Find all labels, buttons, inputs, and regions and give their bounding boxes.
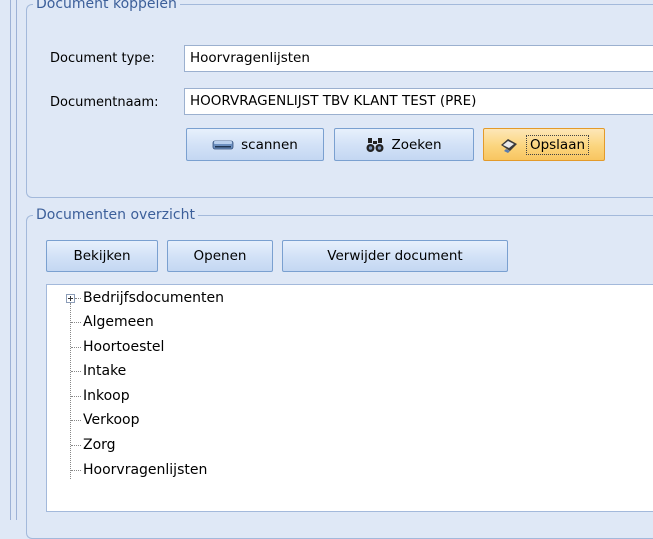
zoeken-label: Zoeken — [391, 136, 442, 153]
tree-connector — [75, 298, 81, 299]
zoeken-button[interactable]: Zoeken — [334, 128, 474, 161]
tree-connector — [71, 445, 81, 446]
scannen-label: scannen — [241, 136, 298, 153]
documentnaam-field[interactable]: HOORVRAGENLIJST TBV KLANT TEST (PRE) — [184, 88, 653, 115]
bekijken-button[interactable]: Bekijken — [46, 240, 158, 272]
bekijken-label: Bekijken — [73, 248, 131, 264]
verwijder-document-label: Verwijder document — [327, 248, 463, 264]
scanner-icon — [212, 139, 234, 151]
tree-connector — [71, 347, 81, 348]
tree-connector — [71, 396, 81, 397]
document-tree: Bedrijfsdocumenten Algemeen Hoortoestel … — [46, 284, 653, 512]
tree-connector — [71, 371, 81, 372]
tree-item-hoorvragenlijsten[interactable]: Hoorvragenlijsten — [83, 460, 207, 480]
documenten-overzicht-legend: Documenten overzicht — [36, 207, 195, 223]
document-koppelen-legend: Document koppelen — [36, 0, 177, 12]
tree-item-hoortoestel[interactable]: Hoortoestel — [83, 337, 164, 357]
binoculars-icon — [366, 137, 384, 153]
scannen-button[interactable]: scannen — [186, 128, 324, 161]
tree-connector — [71, 322, 81, 323]
document-type-field[interactable]: Hoorvragenlijsten — [184, 45, 653, 72]
tree-item-bedrijfsdocumenten[interactable]: Bedrijfsdocumenten — [83, 288, 224, 308]
tree-connector-line — [70, 303, 71, 479]
openen-button[interactable]: Openen — [167, 240, 273, 272]
opslaan-label: Opslaan — [525, 134, 590, 155]
save-icon — [499, 136, 519, 154]
tree-item-zorg[interactable]: Zorg — [83, 435, 116, 455]
documentnaam-label: Documentnaam: — [50, 95, 159, 110]
tree-item-intake[interactable]: Intake — [83, 361, 126, 381]
tree-connector — [71, 420, 81, 421]
opslaan-button[interactable]: Opslaan — [483, 128, 605, 161]
tree-item-inkoop[interactable]: Inkoop — [83, 386, 130, 406]
tree-connector — [71, 470, 81, 471]
plus-expand-icon[interactable] — [66, 294, 75, 303]
tree-item-verkoop[interactable]: Verkoop — [83, 410, 140, 430]
openen-label: Openen — [193, 248, 247, 264]
tree-item-algemeen[interactable]: Algemeen — [83, 312, 154, 332]
document-type-label: Document type: — [50, 51, 155, 66]
verwijder-document-button[interactable]: Verwijder document — [282, 240, 508, 272]
